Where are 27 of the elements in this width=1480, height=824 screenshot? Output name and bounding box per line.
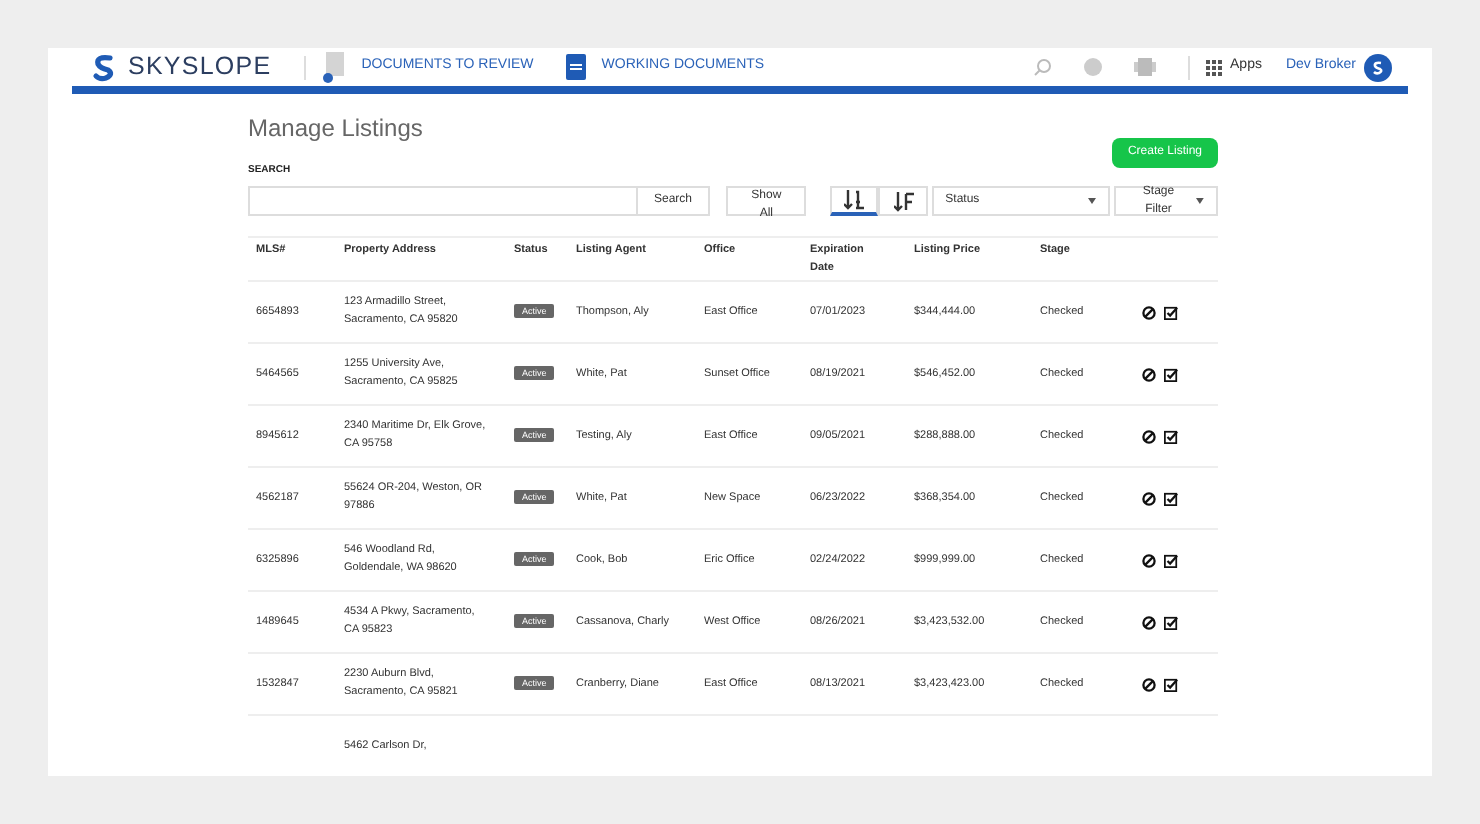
block-icon[interactable] bbox=[1142, 553, 1156, 567]
checkbox-icon[interactable] bbox=[1164, 553, 1178, 567]
block-icon[interactable] bbox=[1142, 305, 1156, 319]
checkbox-icon[interactable] bbox=[1164, 429, 1178, 443]
block-icon[interactable] bbox=[1142, 491, 1156, 505]
caret-icon bbox=[1196, 198, 1204, 204]
page-title: Manage Listings bbox=[248, 111, 425, 145]
block-icon[interactable] bbox=[1142, 677, 1156, 691]
checkbox-icon[interactable] bbox=[1164, 615, 1178, 629]
block-icon[interactable] bbox=[1142, 367, 1156, 381]
block-icon[interactable] bbox=[1142, 429, 1156, 443]
checkbox-icon[interactable] bbox=[1164, 491, 1178, 505]
caret-icon bbox=[1088, 198, 1097, 204]
checkbox-icon[interactable] bbox=[1164, 367, 1178, 381]
block-icon[interactable] bbox=[1142, 615, 1156, 629]
apps-grid-icon[interactable] bbox=[1206, 59, 1223, 76]
checkbox-icon[interactable] bbox=[1164, 305, 1178, 319]
sort-icon bbox=[893, 191, 913, 211]
document-icon bbox=[321, 51, 346, 84]
sort-icon bbox=[844, 190, 865, 210]
document-icon bbox=[565, 54, 586, 81]
sort-button[interactable] bbox=[830, 186, 879, 216]
sort-button[interactable] bbox=[878, 186, 928, 216]
search-field[interactable] bbox=[248, 186, 638, 216]
brand-logo: SKYSLOPE bbox=[128, 50, 272, 85]
checkbox-icon[interactable] bbox=[1164, 677, 1178, 691]
user-avatar[interactable] bbox=[1364, 53, 1392, 82]
